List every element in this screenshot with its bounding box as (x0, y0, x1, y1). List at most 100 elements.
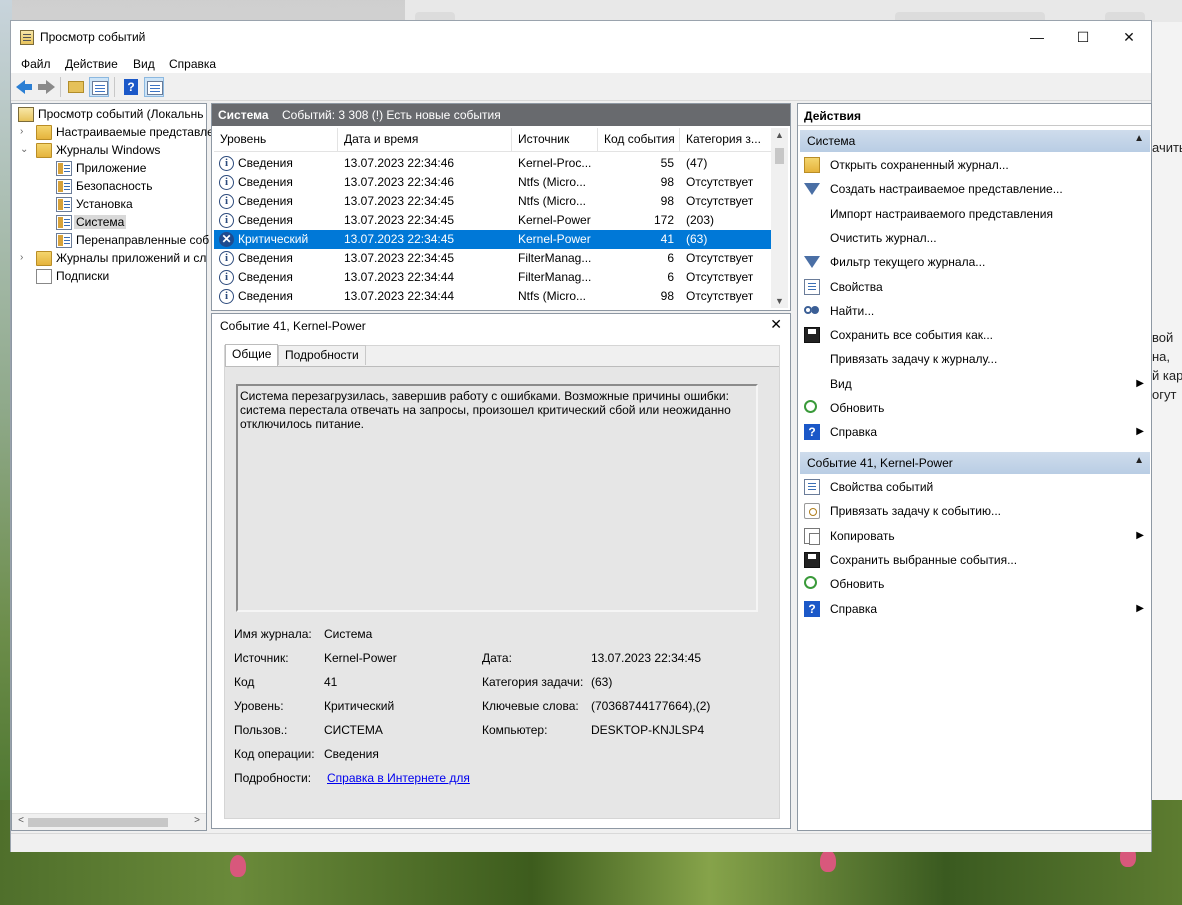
action-item[interactable]: Обновить (800, 573, 1140, 595)
column-datetime[interactable]: Дата и время (338, 128, 512, 152)
tab-general[interactable]: Общие (225, 344, 279, 366)
back-button[interactable] (14, 77, 34, 97)
action-item[interactable]: Найти... (800, 300, 1140, 322)
prop-opcode-value: Сведения (324, 747, 379, 761)
event-cell-datetime: 13.07.2023 22:34:45 (344, 213, 455, 227)
chevron-right-icon[interactable]: › (20, 126, 30, 138)
event-cell-source: FilterManag... (518, 270, 592, 284)
collapse-caret-icon[interactable]: ▲ (1134, 455, 1144, 466)
event-cell-source: FilterManag... (518, 251, 592, 265)
action-label: Найти... (830, 303, 875, 318)
help-button[interactable]: ? (121, 77, 141, 97)
action-item[interactable]: Привязать задачу к событию... (800, 500, 1140, 522)
event-cell-level: Критический (238, 232, 309, 246)
action-item[interactable]: Фильтр текущего журнала... (800, 251, 1140, 273)
forward-button[interactable] (36, 77, 56, 97)
event-detail-title: Событие 41, Kernel-Power (220, 319, 366, 333)
scroll-down-icon[interactable]: ▼ (771, 296, 788, 306)
event-cell-id: 98 (660, 175, 674, 189)
maximize-button[interactable]: ☐ (1060, 21, 1106, 53)
actions-section-event[interactable]: Событие 41, Kernel-Power ▲ (800, 452, 1150, 474)
info-icon: i (219, 156, 234, 171)
log-icon (56, 233, 72, 248)
minimize-button[interactable]: — (1014, 21, 1060, 53)
action-item[interactable]: ? Справка ▶ (800, 421, 1144, 443)
title-bar[interactable]: Просмотр событий — ☐ ✕ (11, 21, 1151, 53)
close-icon[interactable]: ✕ (770, 316, 782, 333)
event-cell-level: Сведения (238, 194, 293, 208)
tab-details[interactable]: Подробности (278, 345, 366, 365)
collapse-caret-icon[interactable]: ▲ (1134, 133, 1144, 144)
action-item[interactable]: Открыть сохраненный журнал... (800, 154, 1140, 176)
tree-horizontal-scrollbar[interactable]: < > (12, 813, 206, 830)
show-hide-tree-button[interactable] (89, 77, 109, 97)
column-task-category[interactable]: Категория з... (680, 128, 772, 152)
event-row[interactable]: i Сведения 13.07.2023 22:34:44 Ntfs (Micro.… (214, 287, 772, 306)
flower-decoration (820, 850, 836, 872)
detail-tabs: Общие Подробности Система перезагрузилас… (224, 344, 780, 819)
column-event-id[interactable]: Код события (598, 128, 680, 152)
action-item[interactable]: Сохранить выбранные события... (800, 549, 1140, 571)
scroll-thumb[interactable] (775, 148, 784, 164)
tree-item-label: Журналы приложений и сл (56, 251, 207, 265)
action-item[interactable]: ? Справка ▶ (800, 598, 1144, 620)
action-item[interactable]: Создать настраиваемое представление... (800, 178, 1140, 200)
scroll-right-icon[interactable]: > (190, 815, 204, 826)
action-item[interactable]: Свойства (800, 276, 1140, 298)
event-viewer-icon (20, 30, 34, 45)
actions-pane: Действия Система ▲ Открыть сохраненный ж… (797, 103, 1152, 831)
close-button[interactable]: ✕ (1106, 21, 1152, 53)
help-icon: ? (804, 600, 820, 617)
event-row[interactable]: i Сведения 13.07.2023 22:34:46 Ntfs (Micro.… (214, 173, 772, 192)
scroll-thumb[interactable] (28, 818, 168, 827)
menu-action[interactable]: Действие (65, 57, 118, 71)
prop-keywords-value: (70368744177664),(2) (591, 699, 711, 713)
scroll-left-icon[interactable]: < (14, 815, 28, 826)
log-icon (56, 215, 72, 230)
window-title: Просмотр событий (40, 30, 146, 44)
scroll-up-icon[interactable]: ▲ (771, 130, 788, 140)
column-source[interactable]: Источник (512, 128, 598, 152)
action-label: Справка (830, 425, 878, 440)
action-item[interactable]: Привязать задачу к журналу... (800, 348, 1140, 370)
action-item[interactable]: Обновить (800, 397, 1140, 419)
prop-computer-value: DESKTOP-KNJLSP4 (591, 723, 705, 737)
action-item[interactable]: Очистить журнал... (800, 227, 1140, 249)
tree-item-label: Журналы Windows (56, 143, 161, 157)
submenu-arrow-icon: ▶ (1136, 529, 1144, 541)
events-vertical-scrollbar[interactable]: ▲ ▼ (771, 128, 788, 308)
prop-log-name-value: Система (324, 627, 373, 641)
event-row[interactable]: i Сведения 13.07.2023 22:34:46 Kernel-Proc.… (214, 154, 772, 173)
action-item[interactable]: Сохранить все события как... (800, 324, 1140, 346)
online-help-link[interactable]: Справка в Интернете для (327, 771, 470, 785)
event-properties-icon (804, 479, 820, 495)
event-description[interactable]: Система перезагрузилась, завершив работу… (236, 384, 758, 612)
event-row[interactable]: i Сведения 13.07.2023 22:34:45 Ntfs (Micro.… (214, 192, 772, 211)
menu-help[interactable]: Справка (169, 57, 216, 71)
show-hide-actions-button[interactable] (144, 77, 164, 97)
event-row[interactable]: i Сведения 13.07.2023 22:34:44 FilterManag.… (214, 268, 772, 287)
submenu-arrow-icon: ▶ (1136, 377, 1144, 389)
up-folder-button[interactable] (66, 77, 86, 97)
action-item[interactable]: Вид ▶ (800, 373, 1144, 395)
action-item[interactable]: Копировать ▶ (800, 525, 1144, 547)
info-icon: i (219, 213, 234, 228)
event-cell-id: 6 (667, 251, 674, 265)
menu-view[interactable]: Вид (133, 57, 155, 71)
events-log-title: Система (218, 108, 269, 122)
action-item[interactable]: Свойства событий (800, 476, 1140, 498)
menu-file[interactable]: Файл (21, 57, 51, 71)
filter-icon (804, 256, 820, 269)
event-row[interactable]: i Сведения 13.07.2023 22:34:45 FilterManag.… (214, 249, 772, 268)
action-item[interactable]: Импорт настраиваемого представления (800, 203, 1140, 225)
sub-icon (36, 269, 52, 284)
actions-section-system[interactable]: Система ▲ (800, 130, 1150, 152)
event-cell-category: (47) (686, 156, 708, 170)
chevron-right-icon[interactable]: › (20, 252, 30, 264)
event-cell-id: 6 (667, 270, 674, 284)
event-row[interactable]: i Сведения 13.07.2023 22:34:45 Kernel-Power… (214, 211, 772, 230)
event-row[interactable]: ✕ Критический 13.07.2023 22:34:45 Kernel-Po… (214, 230, 772, 249)
chevron-down-icon[interactable]: ⌄ (20, 144, 30, 156)
event-cell-category: (203) (686, 213, 715, 227)
column-level[interactable]: Уровень (214, 128, 338, 152)
